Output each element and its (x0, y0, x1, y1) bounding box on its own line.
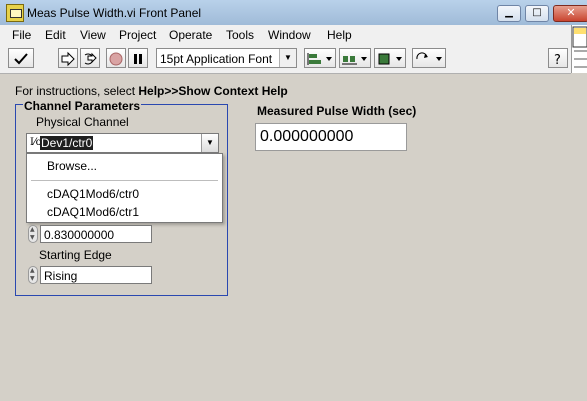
window-title: Meas Pulse Width.vi Front Panel (27, 6, 202, 20)
numeric-control-value: 0.830000000 (44, 228, 115, 242)
measured-pulse-width-label: Measured Pulse Width (sec) (257, 104, 417, 118)
maximize-button[interactable]: □ (525, 5, 549, 22)
run-arrow-icon[interactable] (58, 48, 78, 68)
close-button[interactable]: ✕ (553, 5, 587, 22)
align-icon[interactable] (304, 48, 336, 68)
physical-channel-combo[interactable]: I⁄o Dev1/ctr0 ▼ (26, 133, 219, 153)
chevron-down-icon: ▼ (279, 49, 296, 67)
menu-help[interactable]: Help (327, 28, 352, 42)
channel-parameters-title: Channel Parameters (23, 99, 142, 113)
font-selector[interactable]: 15pt Application Font ▼ (156, 48, 297, 68)
increment-arrow-icon[interactable]: ▲ (30, 226, 35, 233)
menu-tools[interactable]: Tools (226, 28, 254, 42)
menu-view[interactable]: View (80, 28, 106, 42)
dropdown-item-browse[interactable]: Browse... (47, 159, 97, 173)
svg-text:?: ? (554, 53, 561, 68)
chevron-down-icon[interactable]: ▼ (201, 134, 218, 152)
context-help-icon[interactable]: ? (548, 48, 568, 68)
dropdown-item-ctr0[interactable]: cDAQ1Mod6/ctr0 (47, 187, 139, 201)
menu-file[interactable]: File (12, 28, 31, 42)
resize-icon[interactable] (374, 48, 406, 68)
menu-edit[interactable]: Edit (45, 28, 66, 42)
starting-edge-ring-arrows[interactable]: ▲ ▼ (28, 266, 38, 284)
starting-edge-ring[interactable]: Rising (40, 266, 152, 284)
numeric-increment-decrement[interactable]: ▲ ▼ (28, 225, 38, 243)
physical-channel-label: Physical Channel (36, 115, 129, 129)
abort-icon[interactable] (106, 48, 126, 68)
instructions-help-path: Help>>Show Context Help (138, 84, 288, 98)
numeric-control[interactable]: 0.830000000 (40, 225, 152, 243)
labview-vi-icon (6, 4, 24, 22)
physical-channel-dropdown: Browse... cDAQ1Mod6/ctr0 cDAQ1Mod6/ctr1 (26, 153, 223, 223)
reorder-icon[interactable] (412, 48, 446, 68)
dropdown-item-ctr1[interactable]: cDAQ1Mod6/ctr1 (47, 205, 139, 219)
run-mode-icon[interactable] (8, 48, 34, 68)
starting-edge-label: Starting Edge (39, 248, 112, 262)
menu-bar: File Edit View Project Operate Tools Win… (0, 25, 571, 46)
menu-project[interactable]: Project (119, 28, 156, 42)
menu-operate[interactable]: Operate (169, 28, 212, 42)
physical-channel-value[interactable]: Dev1/ctr0 (40, 136, 94, 150)
dropdown-separator (31, 180, 218, 181)
title-bar: Meas Pulse Width.vi Front Panel ▁ □ ✕ (0, 0, 587, 26)
starting-edge-value: Rising (44, 269, 78, 283)
measured-pulse-width-indicator: 0.000000000 (255, 123, 407, 151)
measured-pulse-width-value: 0.000000000 (260, 128, 354, 145)
vi-connector-icon[interactable] (571, 25, 587, 73)
menu-window[interactable]: Window (268, 28, 311, 42)
font-selector-value: 15pt Application Font (160, 52, 273, 66)
run-continuously-icon[interactable] (80, 48, 100, 68)
minimize-button[interactable]: ▁ (497, 5, 521, 22)
increment-arrow-icon[interactable]: ▲ (30, 267, 35, 274)
decrement-arrow-icon[interactable]: ▼ (30, 234, 35, 241)
toolbar: 15pt Application Font ▼ ? (0, 45, 571, 74)
distribute-icon[interactable] (339, 48, 371, 68)
decrement-arrow-icon[interactable]: ▼ (30, 275, 35, 282)
pause-icon[interactable] (128, 48, 148, 68)
instructions-text: For instructions, select Help>>Show Cont… (15, 84, 288, 98)
instructions-prefix: For instructions, select (15, 84, 139, 98)
